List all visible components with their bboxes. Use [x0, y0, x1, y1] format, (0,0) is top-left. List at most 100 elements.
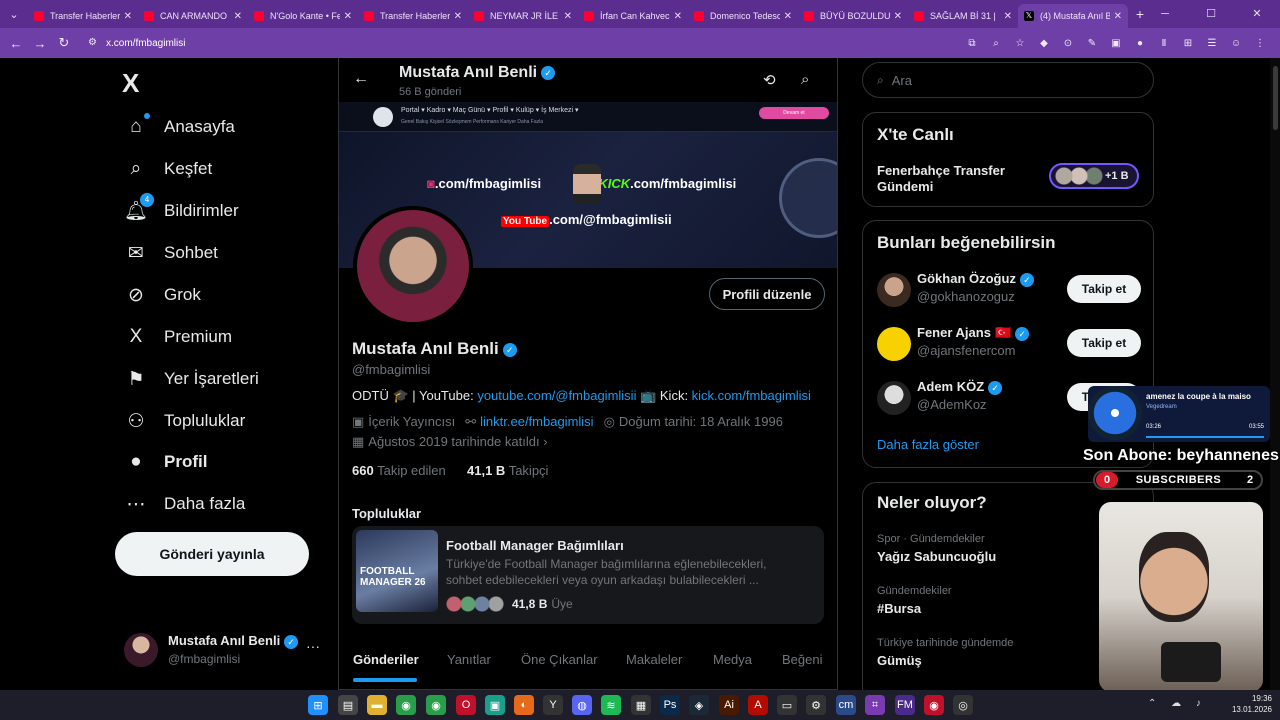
firefox-icon[interactable]: ◐: [514, 695, 534, 715]
app-icon[interactable]: ▣: [485, 695, 505, 715]
forward-icon[interactable]: →: [28, 36, 52, 51]
app-icon[interactable]: Y: [543, 695, 563, 715]
sidebar-item-search[interactable]: ⌕ Keşfet: [124, 152, 213, 186]
community-card[interactable]: FOOTBALL MANAGER 26 Football Manager Bağ…: [352, 526, 824, 624]
reload-icon[interactable]: ↻: [52, 35, 76, 51]
browser-tab[interactable]: NEYMAR JR İLE B ✕: [468, 4, 578, 28]
sidebar-item-more-circle[interactable]: ⋯ Daha fazla: [124, 487, 246, 521]
browser-tab[interactable]: BÜYÜ BOZULDU ✕: [798, 4, 908, 28]
zoom-icon[interactable]: ⌕: [988, 35, 1004, 51]
post-button[interactable]: Gönderi yayınla: [115, 532, 309, 576]
browser-tab[interactable]: N'Golo Kante • Fe ✕: [248, 4, 358, 28]
trend-item[interactable]: Gündemdekiler #Bursa: [877, 585, 1137, 616]
edit-profile-button[interactable]: Profili düzenle: [709, 278, 825, 310]
followers-link[interactable]: 41,1 B Takipçi: [467, 463, 548, 478]
extension-icon[interactable]: ⊙: [1060, 35, 1076, 51]
sidebar-item-people[interactable]: ⚇ Topluluklar: [124, 404, 245, 438]
obs-icon[interactable]: ◎: [953, 695, 973, 715]
extension-icon[interactable]: ◆: [1036, 35, 1052, 51]
follow-button[interactable]: Takip et: [1067, 329, 1141, 357]
close-tab-icon[interactable]: ✕: [674, 11, 682, 22]
search-icon[interactable]: ⌕: [801, 71, 809, 88]
camera-icon[interactable]: ▭: [777, 695, 797, 715]
browser-tab[interactable]: CAN ARMANDO ✕: [138, 4, 248, 28]
live-listeners-pill[interactable]: +1 B: [1049, 163, 1139, 189]
grok-icon[interactable]: ⟲: [763, 71, 776, 89]
folder-icon[interactable]: ▬: [367, 695, 387, 715]
close-tab-icon[interactable]: ✕: [124, 11, 132, 22]
x-logo[interactable]: X: [122, 68, 139, 99]
browser-tab[interactable]: Domenico Tedesc ✕: [688, 4, 798, 28]
spotify-icon[interactable]: ≋: [601, 695, 621, 715]
profile-link-text[interactable]: linktr.ee/fmbagimlisi: [480, 414, 593, 429]
tab-articles[interactable]: Makaleler: [626, 652, 682, 667]
illustrator-icon[interactable]: Ai: [719, 695, 739, 715]
search-input[interactable]: ⌕ Ara: [862, 62, 1154, 98]
opera-icon[interactable]: O: [456, 695, 476, 715]
browser-tab[interactable]: İrfan Can Kahveci ✕: [578, 4, 688, 28]
scrollbar[interactable]: [1270, 58, 1280, 690]
browser-tab[interactable]: Transfer Haberleri ✕: [358, 4, 468, 28]
back-icon[interactable]: ←: [4, 36, 28, 51]
extension-icon[interactable]: ✎: [1084, 35, 1100, 51]
close-window-icon[interactable]: ✕: [1234, 0, 1280, 28]
more-icon[interactable]: ···: [306, 638, 320, 654]
close-tab-icon[interactable]: ✕: [894, 11, 902, 22]
tab-likes[interactable]: Beğeni: [782, 652, 822, 667]
back-arrow-icon[interactable]: ←: [353, 70, 369, 88]
scrollbar-thumb[interactable]: [1273, 66, 1278, 130]
system-tray[interactable]: ⌃ ☁ ♪: [1148, 698, 1207, 709]
account-switcher[interactable]: Mustafa Anıl Benli ✓ @fmbagimlisi ···: [124, 630, 324, 670]
browser-tab[interactable]: SAĞLAM Bİ 31 | ✕: [908, 4, 1018, 28]
cm-icon[interactable]: cm: [836, 695, 856, 715]
browser-tab[interactable]: Transfer Haberleri ✕: [28, 4, 138, 28]
acrobat-icon[interactable]: A: [748, 695, 768, 715]
start-icon[interactable]: ⊞: [308, 695, 328, 715]
trend-item[interactable]: Spor · Gündemdekiler Yağız Sabuncuoğlu: [877, 533, 1137, 564]
star-icon[interactable]: ☆: [1012, 35, 1028, 51]
browser-menu-icon[interactable]: ⋮: [1252, 35, 1268, 51]
site-info-icon[interactable]: ⚙: [88, 37, 100, 49]
extension-icon[interactable]: ▣: [1108, 35, 1124, 51]
fm-icon[interactable]: FM: [895, 695, 915, 715]
tab-highlights[interactable]: Öne Çıkanlar: [521, 652, 598, 667]
app-icon[interactable]: ◉: [924, 695, 944, 715]
following-link[interactable]: 660 Takip edilen: [352, 463, 446, 478]
browser-tab[interactable]: 𝕏 (4) Mustafa Anıl B ✕: [1018, 4, 1128, 28]
show-more-link[interactable]: Daha fazla göster: [877, 437, 979, 452]
bio-youtube-link[interactable]: youtube.com/@fmbagimlisii: [477, 388, 636, 403]
suggestion-row[interactable]: Gökhan Özoğuz ✓ @gokhanozoguz Takip et: [877, 271, 1141, 311]
trend-item[interactable]: Türkiye tarihinde gündemde Gümüş: [877, 637, 1137, 668]
extensions-puzzle-icon[interactable]: ⊞: [1180, 35, 1196, 51]
bio-kick-link[interactable]: kick.com/fmbagimlisi: [692, 388, 811, 403]
close-tab-icon[interactable]: ✕: [564, 11, 572, 22]
close-tab-icon[interactable]: ✕: [344, 11, 352, 22]
sidebar-item-person[interactable]: ● Profil: [124, 445, 207, 479]
sidebar-item-grok[interactable]: ⊘ Grok: [124, 278, 201, 312]
sidebar-item-mail[interactable]: ✉ Sohbet: [124, 236, 218, 270]
file-explorer-icon[interactable]: ▤: [338, 695, 358, 715]
install-icon[interactable]: ⧉: [964, 35, 980, 51]
maximize-icon[interactable]: ☐: [1188, 0, 1234, 28]
verified-icon[interactable]: ✓: [502, 342, 517, 357]
app-icon[interactable]: ⚙: [806, 695, 826, 715]
reading-list-icon[interactable]: ☰: [1204, 35, 1220, 51]
clock[interactable]: 19:36 13.01.2026: [1226, 693, 1272, 715]
photoshop-icon[interactable]: Ps: [660, 695, 680, 715]
extension-icon[interactable]: Ⅱ: [1156, 35, 1172, 51]
url-field[interactable]: ⚙ x.com/fmbagimlisi: [82, 32, 1022, 54]
sidebar-item-x[interactable]: X Premium: [124, 320, 232, 354]
tab-media[interactable]: Medya: [713, 652, 752, 667]
follow-button[interactable]: Takip et: [1067, 275, 1141, 303]
sidebar-item-home[interactable]: ⌂ Anasayfa: [124, 110, 235, 144]
profile-joined[interactable]: ▦ Ağustos 2019 tarihinde katıldı ›: [352, 434, 548, 450]
profile-link[interactable]: ⚯ linktr.ee/fmbagimlisi: [465, 414, 593, 430]
profile-avatar[interactable]: [353, 206, 473, 326]
tab-posts[interactable]: Gönderiler: [353, 652, 419, 667]
close-tab-icon[interactable]: ✕: [454, 11, 462, 22]
close-tab-icon[interactable]: ✕: [784, 11, 792, 22]
sidebar-item-bell[interactable]: 🔔︎ 4 Bildirimler: [124, 193, 239, 228]
suggestion-row[interactable]: Fener Ajans 🇹🇷 ✓ @ajansfenercom Takip et: [877, 325, 1141, 365]
live-topic[interactable]: Fenerbahçe Transfer Gündemi: [877, 163, 1027, 195]
steam-icon[interactable]: ◈: [689, 695, 709, 715]
